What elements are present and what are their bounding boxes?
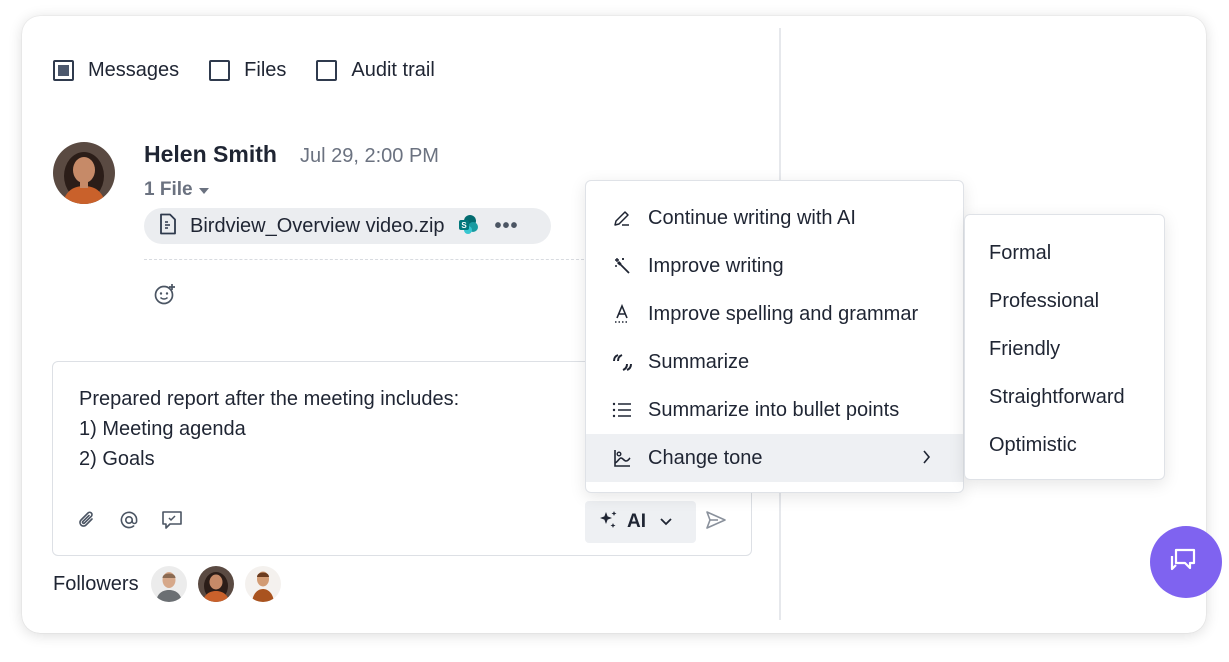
followers: Followers (53, 566, 292, 602)
menu-item-improve-writing[interactable]: Improve writing (586, 242, 963, 290)
mention-icon[interactable] (119, 510, 139, 530)
file-count-label: 1 File (144, 179, 193, 200)
message-timestamp: Jul 29, 2:00 PM (300, 145, 439, 167)
quote-icon (611, 351, 633, 373)
filter-audit-trail[interactable]: Audit trail (316, 59, 435, 82)
chevron-right-icon (923, 450, 931, 469)
ai-button[interactable]: AI (585, 501, 696, 543)
follower-avatar[interactable] (197, 566, 234, 602)
filter-label: Audit trail (351, 59, 435, 81)
chevron-down-icon (660, 513, 672, 531)
sparkles-icon (597, 509, 619, 536)
svg-text:S: S (461, 221, 467, 230)
audit-trail-checkbox[interactable] (316, 60, 338, 81)
menu-item-change-tone[interactable]: Change tone (586, 434, 963, 482)
composer-line: Prepared report after the meeting includ… (79, 388, 460, 410)
menu-item-label: Improve spelling and grammar (648, 302, 919, 325)
messages-checkbox[interactable] (53, 60, 74, 81)
ai-button-label: AI (627, 511, 646, 532)
composer-text[interactable]: Prepared report after the meeting includ… (79, 384, 459, 474)
more-dots-icon[interactable]: ••• (495, 215, 519, 238)
activity-filters: Messages Files Audit trail (53, 59, 465, 82)
file-attachment-chip[interactable]: Birdview_Overview video.zip S ••• (144, 208, 551, 244)
menu-item-label: Improve writing (648, 254, 784, 277)
file-name: Birdview_Overview video.zip (190, 214, 445, 237)
ai-actions-menu: Continue writing with AI Improve writing… (585, 180, 964, 493)
followers-label: Followers (53, 572, 139, 595)
tone-option-optimistic[interactable]: Optimistic (965, 421, 1164, 469)
filter-label: Messages (88, 59, 180, 81)
follower-avatar[interactable] (150, 566, 187, 602)
author-avatar[interactable] (53, 142, 115, 204)
composer-line: 1) Meeting agenda (79, 418, 246, 440)
filter-label: Files (244, 59, 287, 81)
file-count-toggle[interactable]: 1 File (144, 179, 209, 201)
menu-item-label: Change tone (648, 446, 763, 469)
sharepoint-icon: S (457, 213, 479, 240)
message-separator (144, 259, 584, 260)
tone-submenu: Formal Professional Friendly Straightfor… (964, 214, 1165, 480)
filter-messages[interactable]: Messages (53, 59, 179, 82)
send-icon[interactable] (705, 510, 727, 535)
files-checkbox[interactable] (209, 60, 231, 81)
menu-item-summarize-bullets[interactable]: Summarize into bullet points (586, 386, 963, 434)
menu-item-continue-writing[interactable]: Continue writing with AI (586, 194, 963, 242)
composer-toolbar (77, 510, 205, 530)
pen-icon (611, 207, 633, 229)
filter-files[interactable]: Files (209, 59, 286, 82)
list-icon (611, 399, 633, 421)
tone-option-formal[interactable]: Formal (965, 229, 1164, 277)
menu-item-summarize[interactable]: Summarize (586, 338, 963, 386)
composer-line: 2) Goals (79, 448, 155, 470)
tone-option-professional[interactable]: Professional (965, 277, 1164, 325)
zip-file-icon (158, 213, 178, 240)
menu-item-label: Summarize into bullet points (648, 398, 900, 421)
menu-item-label: Summarize (648, 350, 750, 373)
caret-down-icon (198, 188, 209, 194)
tone-option-friendly[interactable]: Friendly (965, 325, 1164, 373)
paperclip-icon[interactable] (77, 510, 97, 530)
menu-item-improve-spelling[interactable]: Improve spelling and grammar (586, 290, 963, 338)
tone-option-straightforward[interactable]: Straightforward (965, 373, 1164, 421)
author-name[interactable]: Helen Smith (144, 141, 277, 168)
spellcheck-icon (611, 303, 633, 325)
add-emoji-icon[interactable] (153, 282, 177, 311)
comment-icon[interactable] (161, 510, 183, 530)
tone-icon (611, 447, 633, 469)
chat-fab-button[interactable] (1150, 526, 1222, 598)
follower-avatar[interactable] (244, 566, 281, 602)
menu-item-label: Continue writing with AI (648, 206, 856, 229)
magic-wand-icon (611, 255, 633, 277)
